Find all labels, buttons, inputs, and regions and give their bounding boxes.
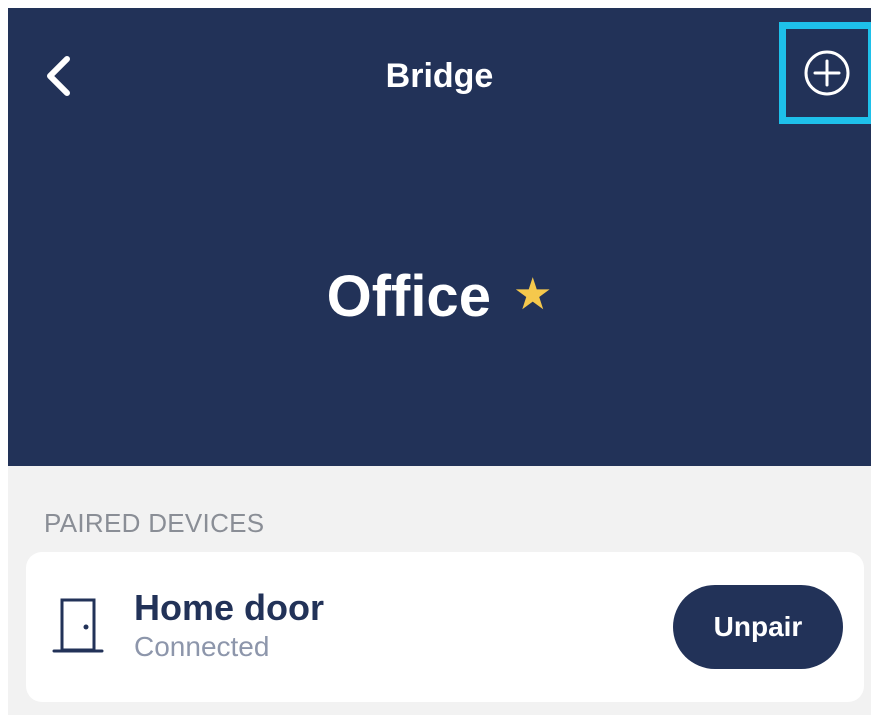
add-device-button[interactable] bbox=[779, 22, 871, 124]
header: Bridge Office ★ bbox=[8, 8, 871, 466]
bridge-screen: Bridge Office ★ PAIRED DEVICES Home door… bbox=[8, 8, 871, 715]
section-label-paired-devices: PAIRED DEVICES bbox=[44, 508, 265, 538]
device-card: Home door Connected Unpair bbox=[26, 552, 864, 702]
device-status: Connected bbox=[134, 631, 270, 662]
device-name: Home door bbox=[134, 587, 325, 628]
bridge-name: Office bbox=[326, 264, 491, 329]
plus-circle-icon bbox=[804, 50, 850, 96]
star-icon[interactable]: ★ bbox=[513, 273, 552, 317]
door-icon bbox=[52, 598, 104, 653]
unpair-button[interactable]: Unpair bbox=[673, 585, 843, 669]
nav-title: Bridge bbox=[385, 57, 494, 95]
bridge-name-row: Office ★ bbox=[8, 262, 871, 332]
